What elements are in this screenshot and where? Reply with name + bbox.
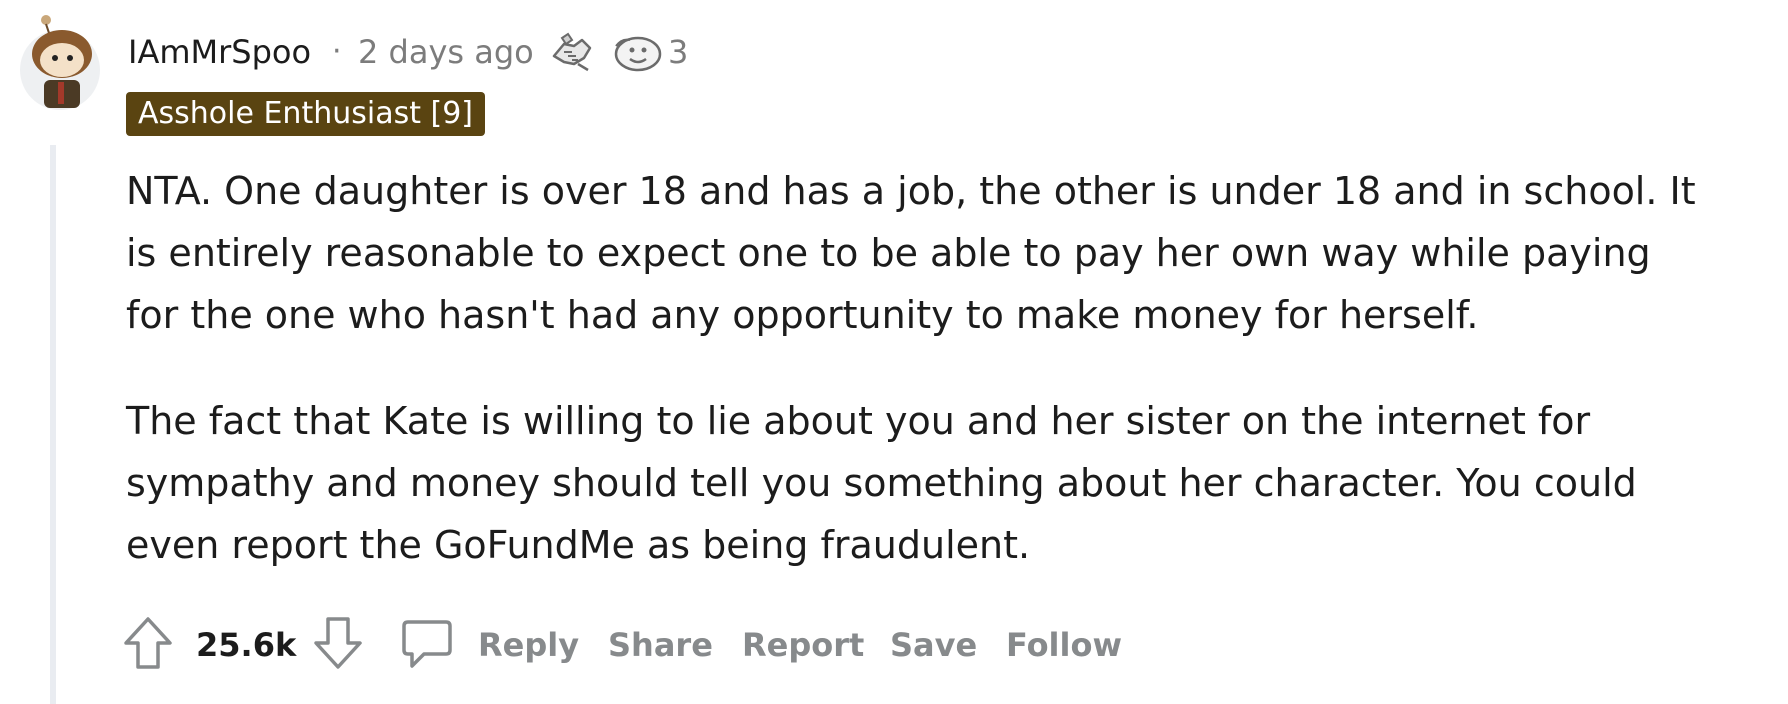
- arrow-down-icon: [312, 615, 364, 675]
- thread-line[interactable]: [50, 145, 56, 704]
- comment-paragraph: The fact that Kate is willing to lie abo…: [126, 399, 1637, 567]
- user-flair: Asshole Enthusiast [9]: [126, 92, 486, 136]
- face-award-icon[interactable]: [612, 32, 664, 74]
- share-button[interactable]: Share: [608, 612, 713, 678]
- downvote-button[interactable]: [312, 612, 370, 678]
- comment-body: NTA. One daughter is over 18 and has a j…: [126, 160, 1756, 576]
- comment-paragraph: NTA. One daughter is over 18 and has a j…: [126, 169, 1696, 337]
- follow-button[interactable]: Follow: [1006, 612, 1122, 678]
- speech-bubble-icon: [400, 616, 454, 674]
- handshake-award-icon[interactable]: [548, 30, 596, 74]
- timestamp[interactable]: 2 days ago: [358, 28, 534, 76]
- meta-separator: ·: [332, 34, 342, 69]
- award-count: 3: [668, 33, 689, 71]
- avatar[interactable]: [18, 12, 102, 112]
- save-button[interactable]: Save: [890, 612, 977, 678]
- upvote-button[interactable]: [122, 612, 180, 678]
- arrow-up-icon: [122, 615, 174, 675]
- comment-button[interactable]: [400, 612, 458, 678]
- comment-actions: 25.6k Reply Share Report Save Follow: [122, 612, 1142, 678]
- reply-button[interactable]: Reply: [478, 612, 579, 678]
- vote-score: 25.6k: [196, 626, 297, 664]
- username[interactable]: IAmMrSpoo: [128, 28, 311, 76]
- report-button[interactable]: Report: [742, 612, 864, 678]
